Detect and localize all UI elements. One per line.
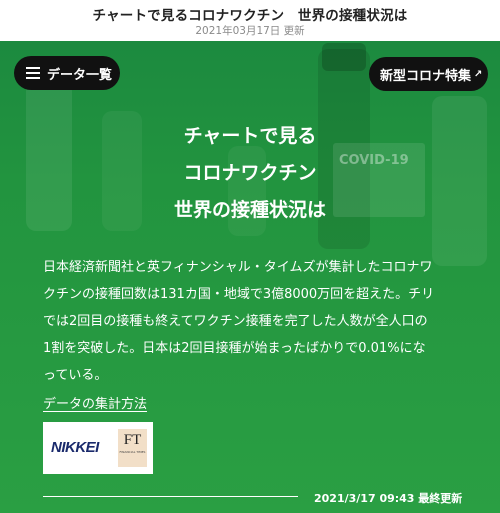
external-link-icon: ↗ [474, 68, 483, 80]
ft-logo-subtext: FINANCIAL TIMES [119, 450, 146, 454]
top-bar: チャートで見るコロナワクチン 世界の接種状況は 2021年03月17日 更新 [0, 0, 500, 41]
intro-paragraph-line: クチンの接種回数は131カ国・地域で3億8000万回を超えた。チリ [43, 287, 435, 302]
headline-line-1: チャートで見る [183, 125, 317, 147]
data-list-label: データ一覧 [47, 67, 113, 83]
hamburger-menu-icon [26, 67, 40, 79]
hero-section: COVID-19 データ一覧 新型コロナ特集 ↗ チャートで見る コロナワクチン… [0, 41, 500, 513]
partner-logos: NIKKEI FT FINANCIAL TIMES [43, 422, 153, 474]
intro-paragraph-line: 日本経済新聞社と英フィナンシャル・タイムズが集計したコロナワ [43, 260, 433, 275]
divider-line [43, 496, 298, 497]
intro-paragraph-line: っている。 [43, 368, 108, 383]
page-title: チャートで見るコロナワクチン 世界の接種状況は [92, 8, 408, 24]
nikkei-logo: NIKKEI [51, 439, 99, 456]
ft-logo: FT FINANCIAL TIMES [118, 429, 147, 467]
data-list-button[interactable]: データ一覧 [14, 56, 120, 90]
intro-paragraph-line: 1割を突破した。日本は2回目接種が始まったばかりで0.01%にな [43, 341, 426, 356]
headline-line-2: コロナワクチン [183, 162, 317, 184]
last-update-timestamp: 2021/3/17 09:43 最終更新 [314, 492, 463, 505]
headline-line-3: 世界の接種状況は [173, 199, 326, 221]
corona-feature-label: 新型コロナ特集 [380, 68, 472, 84]
data-method-link[interactable]: データの集計方法 [43, 393, 147, 412]
ft-logo-letters: FT [123, 432, 142, 448]
corona-feature-button[interactable]: 新型コロナ特集 ↗ [369, 57, 488, 91]
vial-cap-image [322, 43, 366, 71]
updated-date: 2021年03月17日 更新 [195, 25, 305, 37]
intro-paragraph-line: では2回目の接種も終えてワクチン接種を完了した人数が全人口の [43, 314, 428, 329]
